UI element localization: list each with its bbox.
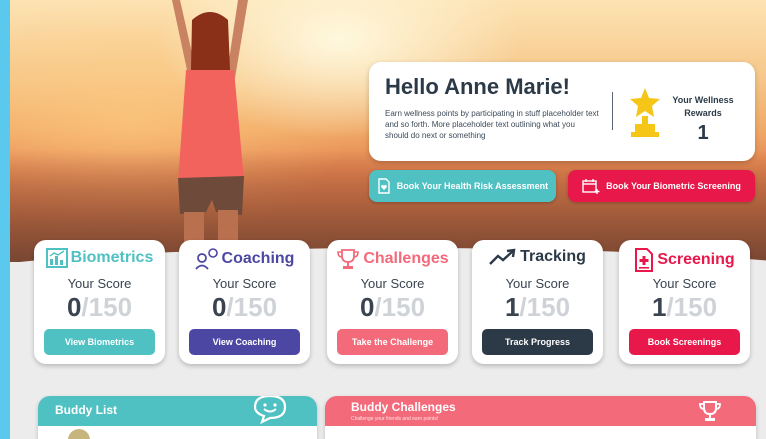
- buddy-challenges-title: Buddy Challenges: [351, 400, 456, 414]
- buddy-challenges-body: [325, 426, 756, 439]
- biometrics-score: 0/150: [34, 292, 165, 323]
- view-biometrics-button[interactable]: View Biometrics: [44, 329, 155, 355]
- coaching-score-label: Your Score: [212, 276, 277, 291]
- buddy-list-title: Buddy List: [55, 403, 117, 417]
- coaching-score-separator: /: [226, 292, 234, 322]
- screening-score-value: 1: [651, 292, 667, 322]
- book-biometric-label: Book Your Biometric Screening: [606, 181, 741, 191]
- screening-card: Screening Your Score 1/150 Book Screenin…: [619, 240, 750, 364]
- welcome-title: Hello Anne Marie!: [385, 74, 570, 99]
- buddy-challenges-subtitle: Challenge your friends and earn points!: [351, 416, 439, 422]
- biometrics-title: Biometrics: [70, 249, 154, 266]
- trophy-icon: [699, 401, 721, 421]
- coaching-people-icon: [194, 248, 218, 270]
- tracking-score-label: Your Score: [505, 276, 570, 291]
- book-biometric-screening-button[interactable]: Book Your Biometric Screening: [568, 170, 755, 202]
- screening-score-max: 150: [673, 292, 718, 322]
- biometrics-score-label: Your Score: [67, 276, 132, 291]
- screening-score-label: Your Score: [652, 276, 717, 291]
- challenges-score: 0/150: [327, 292, 458, 323]
- challenges-title: Challenges: [363, 250, 449, 267]
- left-accent-strip: [0, 0, 10, 439]
- tracking-score-max: 150: [526, 292, 571, 322]
- coaching-card: Coaching Your Score 0/150 View Coaching: [179, 240, 310, 364]
- welcome-divider: [612, 92, 613, 130]
- buddy-list-header: Buddy List: [38, 396, 317, 426]
- book-hra-label: Book Your Health Risk Assessment: [396, 181, 549, 191]
- challenges-score-label: Your Score: [360, 276, 425, 291]
- track-progress-button[interactable]: Track Progress: [482, 329, 593, 355]
- take-the-challenge-button[interactable]: Take the Challenge: [337, 329, 448, 355]
- chat-smiley-icon: [253, 396, 287, 424]
- buddy-challenges-panel: Buddy Challenges Challenge your friends …: [325, 396, 756, 439]
- challenges-score-max: 150: [381, 292, 426, 322]
- tracking-title: Tracking: [520, 248, 586, 265]
- tracking-card: Tracking Your Score 1/150 Track Progress: [472, 240, 603, 364]
- screening-score: 1/150: [619, 292, 750, 323]
- avatar[interactable]: [68, 429, 90, 439]
- welcome-description: Earn wellness points by participating in…: [385, 109, 599, 140]
- coaching-title: Coaching: [221, 250, 295, 267]
- coaching-score: 0/150: [179, 292, 310, 323]
- coaching-score-value: 0: [211, 292, 227, 322]
- medical-document-icon: [635, 248, 654, 272]
- screening-title: Screening: [657, 251, 735, 268]
- trending-up-icon: [489, 248, 516, 265]
- rewards-value: 1: [697, 122, 709, 144]
- biometrics-score-separator: /: [81, 292, 89, 322]
- biometrics-card: Biometrics Your Score 0/150 View Biometr…: [34, 240, 165, 364]
- coaching-score-max: 150: [233, 292, 278, 322]
- buddy-list-panel: Buddy List: [38, 396, 317, 439]
- rewards-label: Your Wellness Rewards: [672, 95, 734, 118]
- star-trophy-icon: [630, 88, 660, 137]
- buddy-challenges-header: Buddy Challenges Challenge your friends …: [325, 396, 756, 428]
- document-heart-icon: [378, 178, 390, 194]
- tracking-score-separator: /: [519, 292, 527, 322]
- biometrics-score-value: 0: [66, 292, 82, 322]
- tracking-score-value: 1: [504, 292, 520, 322]
- welcome-card: Hello Anne Marie! Earn wellness points b…: [369, 62, 755, 161]
- calendar-add-icon: [582, 179, 600, 194]
- biometrics-score-max: 150: [88, 292, 133, 322]
- book-health-risk-assessment-button[interactable]: Book Your Health Risk Assessment: [369, 170, 556, 202]
- chart-monitor-icon: [45, 248, 68, 268]
- view-coaching-button[interactable]: View Coaching: [189, 329, 300, 355]
- book-screenings-button[interactable]: Book Screenings: [629, 329, 740, 355]
- buddy-list-body: [38, 426, 317, 439]
- tracking-score: 1/150: [472, 292, 603, 323]
- hero-person-image: [172, 0, 248, 250]
- trophy-icon: [337, 249, 360, 269]
- challenges-score-separator: /: [374, 292, 382, 322]
- screening-score-separator: /: [666, 292, 674, 322]
- challenges-score-value: 0: [359, 292, 375, 322]
- challenges-card: Challenges Your Score 0/150 Take the Cha…: [327, 240, 458, 364]
